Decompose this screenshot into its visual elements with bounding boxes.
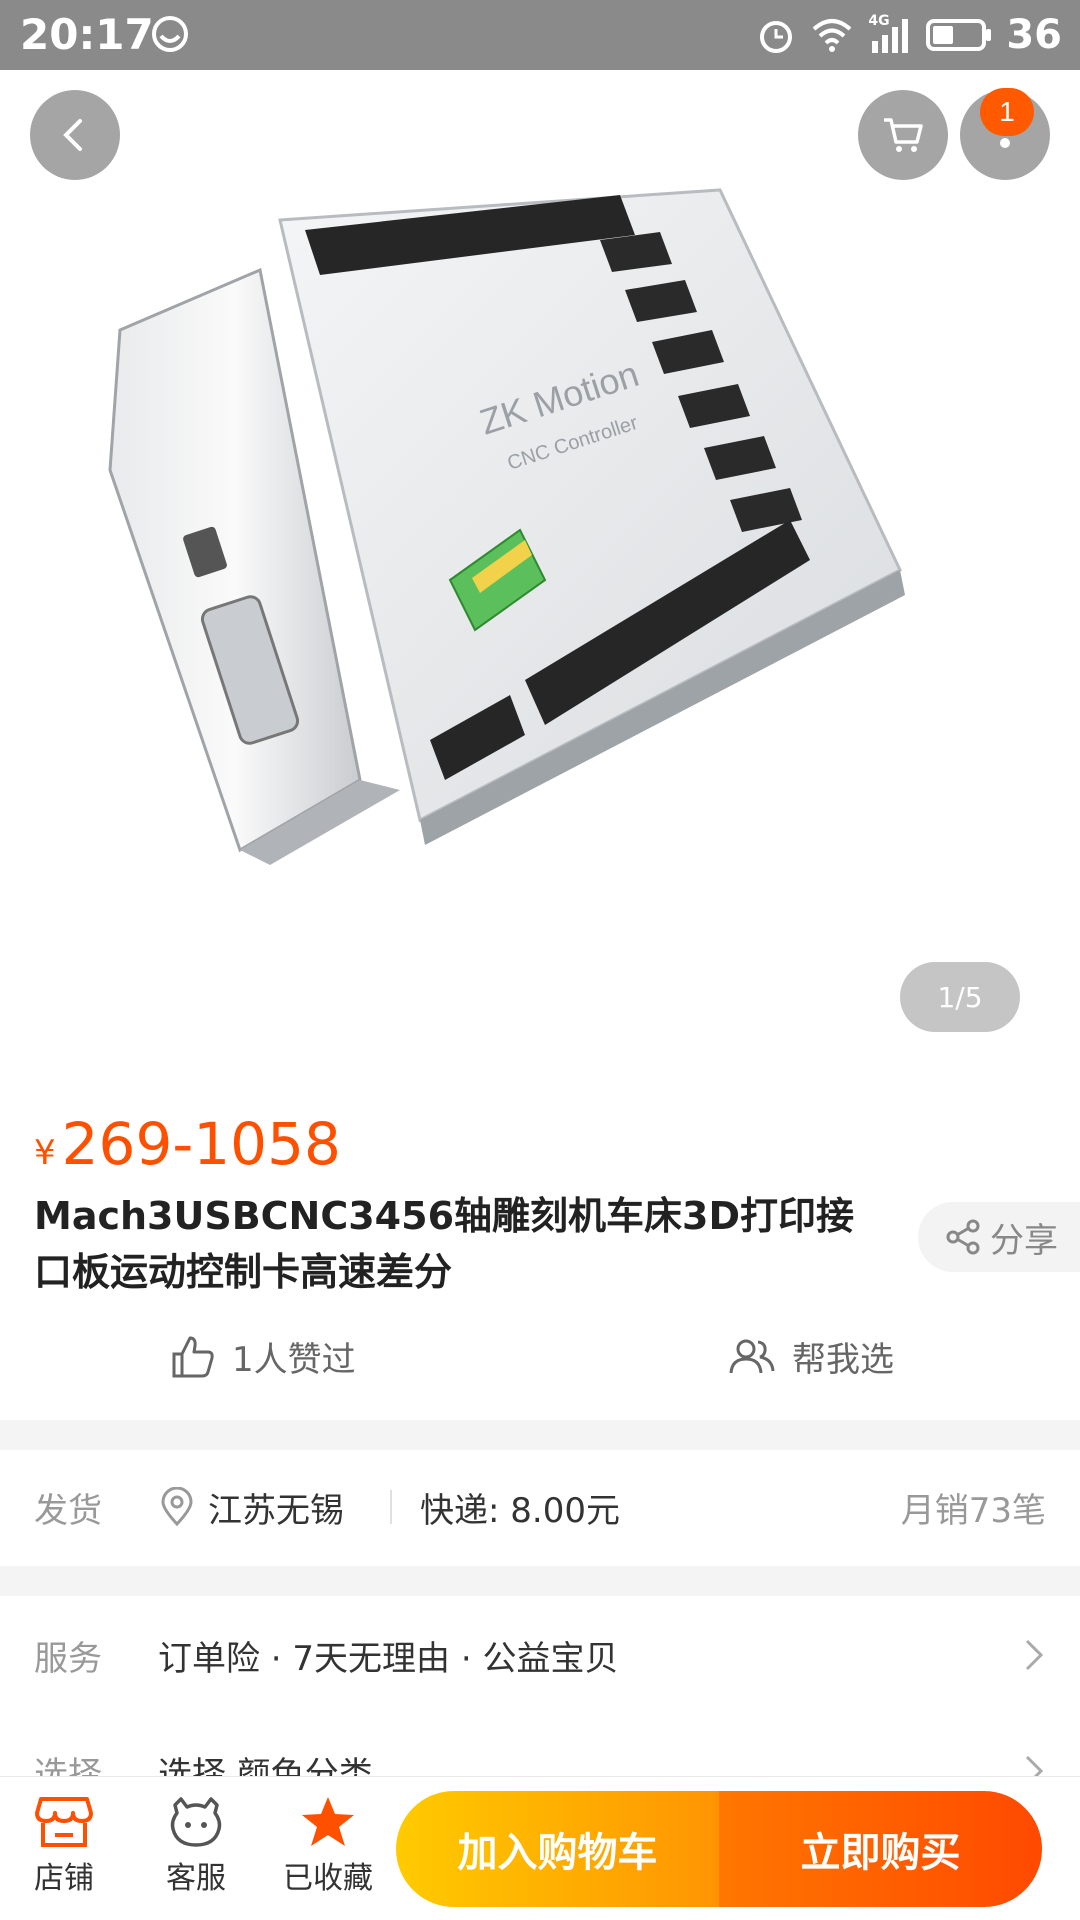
star-filled-icon (302, 1797, 354, 1846)
product-image: ZK Motion CNC Controller (108, 188, 905, 865)
shop-tab-label: 店铺 (34, 1861, 94, 1896)
thumbs-up-icon (172, 1336, 214, 1377)
purchase-buttons: 加入购物车 立即购买 (396, 1791, 1042, 1907)
favorite-tab[interactable]: 已收藏 (268, 1795, 388, 1897)
service-value: 订单险 · 7天无理由 · 公益宝贝 (158, 1638, 619, 1679)
gallery-pager: 1/5 (900, 962, 1020, 1032)
product-gallery[interactable]: ZK Motion CNC Controller 1 1/5 (0, 70, 1080, 1060)
section-divider (0, 1566, 1080, 1596)
price: ¥ 269-1058 (34, 1110, 341, 1178)
shipping-location: 江苏无锡 (160, 1483, 344, 1532)
people-icon (729, 1339, 775, 1373)
currency-symbol: ¥ (34, 1133, 56, 1173)
customer-service-tab[interactable]: 客服 (136, 1795, 256, 1897)
price-range: 269-1058 (61, 1110, 341, 1178)
customer-service-icon (170, 1797, 222, 1847)
buy-now-button[interactable]: 立即购买 (719, 1791, 1042, 1907)
product-title: Mach3USBCNC3456轴雕刻机车床3D打印接口板运动控制卡高速差分 (34, 1194, 854, 1294)
section-divider (0, 1420, 1080, 1450)
wifi-icon (813, 19, 852, 52)
share-button[interactable]: 分享 (918, 1202, 1080, 1272)
status-time: 20:17 (20, 10, 154, 59)
chevron-right-icon (1025, 1639, 1044, 1671)
shipping-fee: 快递: 8.00元 (420, 1490, 620, 1531)
help-choose-label: 帮我选 (792, 1340, 894, 1380)
favorite-label: 已收藏 (283, 1861, 373, 1896)
bottom-action-bar: 店铺 客服 已收藏 加入购物车 立即购买 (0, 1776, 1080, 1920)
product-actions: 1人赞过 帮我选 (0, 1330, 1080, 1390)
battery-icon (926, 19, 992, 51)
service-label: 服务 (34, 1638, 102, 1679)
location-pin-icon (161, 1487, 193, 1527)
status-icons: 4G 36 (756, 10, 1062, 60)
alarm-icon (760, 21, 793, 53)
battery-level: 36 (1006, 12, 1062, 58)
add-to-cart-button[interactable]: 加入购物车 (396, 1791, 719, 1907)
cart-button[interactable] (858, 90, 948, 180)
shipping-label: 发货 (34, 1490, 102, 1531)
chevron-left-icon (63, 119, 82, 151)
customer-service-label: 客服 (166, 1861, 226, 1896)
cellular-signal-icon: 4G (868, 13, 912, 55)
shipping-row: 发货 江苏无锡 快递: 8.00元 月销73笔 (0, 1452, 1080, 1562)
back-button[interactable] (30, 90, 120, 180)
cart-badge: 1 (980, 88, 1034, 136)
app-notification-icon (152, 16, 188, 52)
status-bar: 20:17 4G 36 (0, 0, 1080, 70)
cart-icon (884, 118, 923, 152)
monthly-sales: 月销73笔 (900, 1490, 1046, 1531)
shipping-location-text: 江苏无锡 (208, 1490, 344, 1531)
service-row[interactable]: 服务 订单险 · 7天无理由 · 公益宝贝 (0, 1600, 1080, 1710)
shop-tab[interactable]: 店铺 (4, 1795, 124, 1897)
share-label: 分享 (990, 1220, 1058, 1261)
help-choose-button[interactable]: 帮我选 (728, 1332, 894, 1381)
shop-icon (35, 1797, 93, 1847)
share-icon (946, 1219, 980, 1255)
like-button[interactable]: 1人赞过 (170, 1332, 356, 1381)
like-count-label: 1人赞过 (232, 1340, 356, 1380)
shipping-separator (390, 1490, 392, 1524)
